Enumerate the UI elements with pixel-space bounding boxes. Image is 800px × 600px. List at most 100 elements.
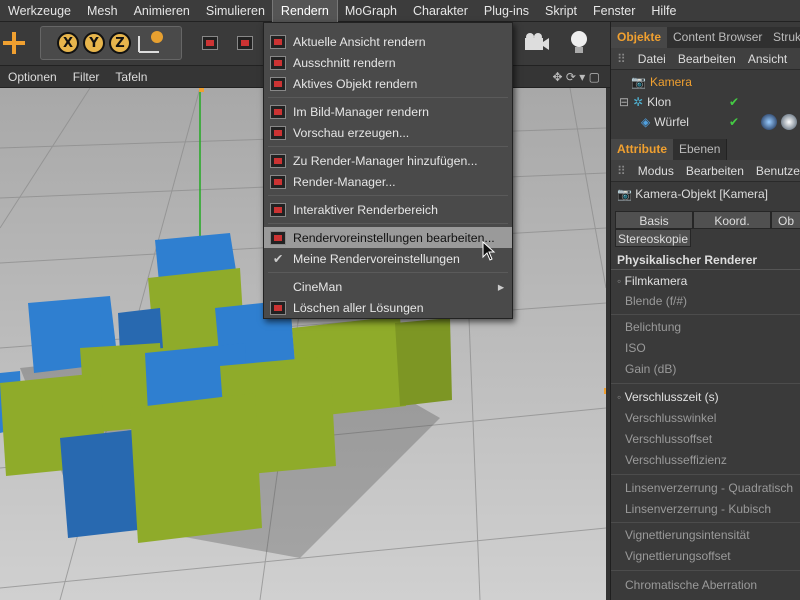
render-queue-icon xyxy=(270,174,286,189)
tab-ebenen[interactable]: Ebenen xyxy=(673,139,728,160)
x-axis-lock-button[interactable]: X xyxy=(57,32,79,54)
menu-item-render-manager[interactable]: Render-Manager... xyxy=(264,171,512,192)
attributes-menu: ⠿ Modus Bearbeiten Benutze xyxy=(611,160,800,182)
menu-item-aktives-objekt-rendern[interactable]: Aktives Objekt rendern xyxy=(264,73,512,94)
menu-rendern[interactable]: Rendern xyxy=(271,0,338,23)
move-icon xyxy=(3,32,25,54)
menu-hilfe[interactable]: Hilfe xyxy=(643,0,684,22)
field-vignettierungsintensitaet[interactable]: Vignettierungsintensität xyxy=(625,528,750,542)
field-verschlusseffizienz[interactable]: Verschlusseffizienz xyxy=(625,453,727,467)
render-active-object-icon xyxy=(270,76,286,91)
menu-plugins[interactable]: Plug-ins xyxy=(476,0,537,22)
menu-animieren[interactable]: Animieren xyxy=(126,0,198,22)
menu-item-cineman[interactable]: CineMan ▸ xyxy=(264,276,512,297)
camera-icon xyxy=(525,33,549,50)
camera-button[interactable] xyxy=(520,26,554,60)
menu-item-rendervoreinstellungen-bearbeiten[interactable]: Rendervoreinstellungen bearbeiten... xyxy=(264,227,512,248)
object-row-kamera[interactable]: 📷 Kamera xyxy=(611,72,800,92)
field-gain[interactable]: Gain (dB) xyxy=(625,362,676,376)
collapse-icon[interactable]: ⊟ xyxy=(619,95,629,109)
menu-item-ausschnitt-rendern[interactable]: Ausschnitt rendern xyxy=(264,52,512,73)
delete-icon xyxy=(270,300,286,315)
field-iso[interactable]: ISO xyxy=(625,341,646,355)
field-linsenverzerrung-quadratisch[interactable]: Linsenverzerrung - Quadratisch xyxy=(625,481,793,495)
enabled-check-icon[interactable]: ✔ xyxy=(729,115,739,129)
button-basis[interactable]: Basis xyxy=(615,211,693,229)
menu-item-meine-rendervoreinstellungen[interactable]: ✔ Meine Rendervoreinstellungen xyxy=(264,248,512,269)
object-title: 📷 Kamera-Objekt [Kamera] xyxy=(617,187,769,201)
tab-objekte[interactable]: Objekte xyxy=(611,27,669,48)
preview-icon xyxy=(270,125,286,140)
rendern-dropdown-menu: Aktuelle Ansicht rendern Ausschnitt rend… xyxy=(263,22,513,319)
button-stereoskopie[interactable]: Stereoskopie xyxy=(615,229,691,247)
attributes-menu-modus[interactable]: Modus xyxy=(632,164,680,178)
material-tag-icon[interactable] xyxy=(761,114,777,130)
z-axis-lock-button[interactable]: Z xyxy=(109,32,131,54)
right-panel: Objekte Content Browser Struk ⠿ Datei Be… xyxy=(610,22,800,600)
viewport-menu-optionen[interactable]: Optionen xyxy=(0,70,65,84)
menu-item-interaktiver-renderbereich[interactable]: Interaktiver Renderbereich xyxy=(264,199,512,220)
object-row-wuerfel[interactable]: ◈ Würfel ✔ xyxy=(611,112,800,132)
menu-item-zu-render-manager-hinzufuegen[interactable]: Zu Render-Manager hinzufügen... xyxy=(264,150,512,171)
menu-item-vorschau-erzeugen[interactable]: Vorschau erzeugen... xyxy=(264,122,512,143)
menu-skript[interactable]: Skript xyxy=(537,0,585,22)
menu-werkzeuge[interactable]: Werkzeuge xyxy=(0,0,79,22)
menu-mograph[interactable]: MoGraph xyxy=(337,0,405,22)
light-button[interactable] xyxy=(562,26,596,60)
attributes-menu-benutzer[interactable]: Benutze xyxy=(750,164,800,178)
material-tag-icon[interactable] xyxy=(781,114,797,130)
render-settings-icon xyxy=(270,230,286,245)
attributes-menu-bearbeiten[interactable]: Bearbeiten xyxy=(680,164,750,178)
field-chromatische-aberration[interactable]: Chromatische Aberration xyxy=(625,578,757,592)
tab-attribute[interactable]: Attribute xyxy=(611,139,674,160)
camera-icon: 📷 xyxy=(617,187,632,201)
menu-fenster[interactable]: Fenster xyxy=(585,0,643,22)
field-verschlussoffset[interactable]: Verschlussoffset xyxy=(625,432,712,446)
menu-item-loeschen-aller-loesungen[interactable]: Löschen aller Lösungen xyxy=(264,297,512,318)
enabled-check-icon[interactable]: ✔ xyxy=(729,95,739,109)
menu-charakter[interactable]: Charakter xyxy=(405,0,476,22)
group-verschlusszeit[interactable]: ◦ Verschlusszeit (s) xyxy=(617,390,719,404)
coordinate-system-icon[interactable] xyxy=(135,30,165,56)
move-tool-button[interactable] xyxy=(0,26,28,60)
y-axis-lock-button[interactable]: Y xyxy=(83,32,105,54)
submenu-arrow-icon: ▸ xyxy=(497,279,504,294)
menu-mesh[interactable]: Mesh xyxy=(79,0,126,22)
cloner-icon: ✲ xyxy=(633,95,644,109)
objects-menu-datei[interactable]: Datei xyxy=(632,52,672,66)
field-blende[interactable]: Blende (f/#) xyxy=(625,294,687,308)
cube-icon: ◈ xyxy=(641,115,651,129)
menu-simulieren[interactable]: Simulieren xyxy=(198,0,273,22)
field-vignettierungsoffset[interactable]: Vignettierungsoffset xyxy=(625,549,731,563)
render-view-icon xyxy=(270,34,286,49)
tab-struktur[interactable]: Struk xyxy=(767,27,800,48)
render-picture-viewer-button[interactable] xyxy=(228,26,262,60)
button-koord[interactable]: Koord. xyxy=(693,211,771,229)
viewport-nav-icons[interactable]: ✥ ⟳ ▾ ▢ xyxy=(553,70,600,84)
mouse-cursor-icon xyxy=(482,241,496,261)
field-linsenverzerrung-kubisch[interactable]: Linsenverzerrung - Kubisch xyxy=(625,502,771,516)
picture-viewer-icon xyxy=(270,104,286,119)
checkmark-icon: ✔ xyxy=(272,251,284,266)
lightbulb-icon xyxy=(571,31,587,53)
objects-menu: ⠿ Datei Bearbeiten Ansicht xyxy=(611,48,800,70)
menu-bar: Werkzeuge Mesh Animieren Simulieren Rend… xyxy=(0,0,800,23)
clapper-icon xyxy=(202,36,218,50)
clapper-icon xyxy=(237,36,253,50)
object-row-klon[interactable]: ⊟ ✲ Klon ✔ xyxy=(611,92,800,112)
interactive-render-icon xyxy=(270,202,286,217)
field-verschlusswinkel[interactable]: Verschlusswinkel xyxy=(625,411,716,425)
axis-lock-group: X Y Z xyxy=(40,26,182,60)
button-objekt[interactable]: Ob xyxy=(771,211,800,229)
render-view-button[interactable] xyxy=(193,26,227,60)
objects-menu-ansicht[interactable]: Ansicht xyxy=(742,52,793,66)
field-belichtung[interactable]: Belichtung xyxy=(625,320,681,334)
objects-menu-bearbeiten[interactable]: Bearbeiten xyxy=(672,52,742,66)
menu-item-aktuelle-ansicht-rendern[interactable]: Aktuelle Ansicht rendern xyxy=(264,31,512,52)
add-render-queue-icon xyxy=(270,153,286,168)
tab-content-browser[interactable]: Content Browser xyxy=(667,27,770,48)
viewport-menu-tafeln[interactable]: Tafeln xyxy=(107,70,155,84)
menu-item-im-bild-manager-rendern[interactable]: Im Bild-Manager rendern xyxy=(264,101,512,122)
viewport-menu-filter[interactable]: Filter xyxy=(65,70,108,84)
group-filmkamera[interactable]: ◦ Filmkamera xyxy=(617,274,687,288)
